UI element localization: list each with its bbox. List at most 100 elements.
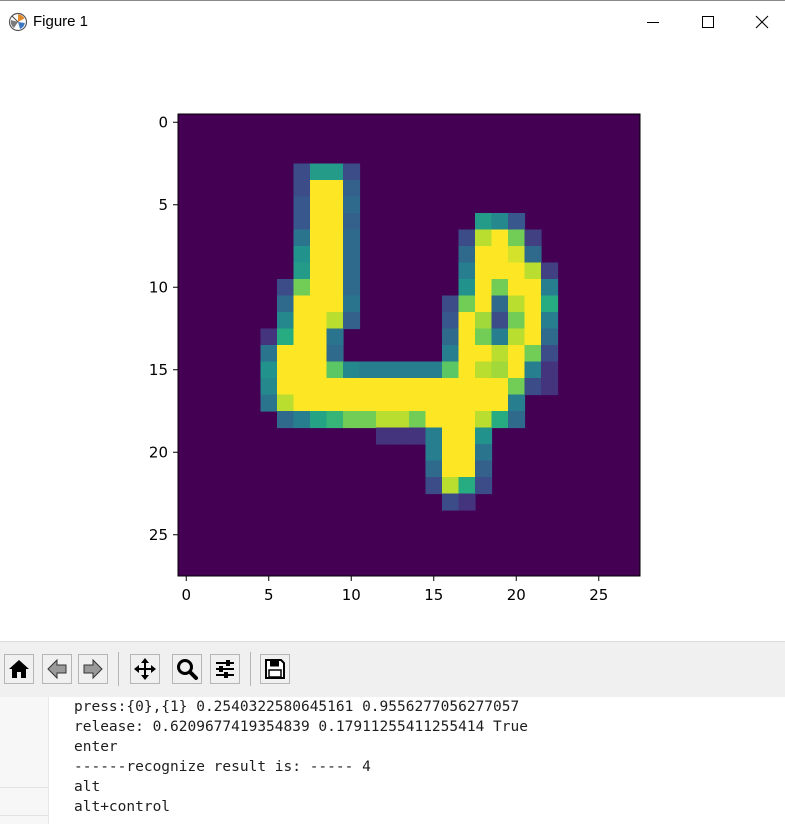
pixel-cell xyxy=(508,246,526,264)
pixel-cell xyxy=(326,411,344,429)
pixel-cell xyxy=(475,279,493,297)
pixel-cell xyxy=(376,361,394,379)
pixel-cell xyxy=(293,411,311,429)
configure-subplots-button[interactable] xyxy=(210,654,240,684)
maximize-icon xyxy=(702,16,714,28)
pixel-cell xyxy=(442,460,460,478)
pixel-cell xyxy=(442,295,460,313)
pixel-cell xyxy=(442,493,460,511)
pixel-cell xyxy=(343,411,361,429)
pixel-cell xyxy=(458,444,476,462)
pixel-cell xyxy=(458,345,476,363)
pixel-cell xyxy=(310,229,328,247)
pixel-cell xyxy=(326,394,344,412)
pixel-cell xyxy=(310,345,328,363)
pixel-cell xyxy=(458,411,476,429)
pixel-cell xyxy=(458,262,476,280)
pixel-cell xyxy=(326,378,344,396)
pixel-cell xyxy=(458,279,476,297)
x-tick-label: 5 xyxy=(264,586,274,604)
pixel-cell xyxy=(326,180,344,198)
pixel-cell xyxy=(442,361,460,379)
pixel-cell xyxy=(293,262,311,280)
x-tick-label: 0 xyxy=(181,586,191,604)
pixel-cell xyxy=(326,246,344,264)
pixel-cell xyxy=(260,361,278,379)
pixel-cell xyxy=(475,444,493,462)
pixel-cell xyxy=(442,394,460,412)
pixel-cell xyxy=(293,180,311,198)
pixel-cell xyxy=(491,312,509,330)
pixel-cell xyxy=(524,328,542,346)
configure-subplots-icon xyxy=(216,660,234,678)
pixel-cell xyxy=(508,279,526,297)
minimize-icon xyxy=(647,22,659,23)
pixel-cell xyxy=(475,394,493,412)
pan-button[interactable] xyxy=(130,654,160,684)
pixel-cell xyxy=(310,394,328,412)
pixel-cell xyxy=(425,378,443,396)
pixel-cell xyxy=(442,328,460,346)
pixel-cell xyxy=(524,345,542,363)
pixel-cell xyxy=(491,345,509,363)
back-button[interactable] xyxy=(42,654,72,684)
zoom-icon xyxy=(177,659,198,680)
pixel-cell xyxy=(491,295,509,313)
pixel-cell xyxy=(524,246,542,264)
pixel-cell xyxy=(475,477,493,495)
pixel-cell xyxy=(425,427,443,445)
forward-button[interactable] xyxy=(78,654,108,684)
close-button[interactable] xyxy=(739,7,785,37)
pixel-cell xyxy=(541,295,559,313)
home-icon xyxy=(9,660,29,678)
pixel-cell xyxy=(310,279,328,297)
pixel-cell xyxy=(293,279,311,297)
y-axis: 0 5 10 15 20 25 xyxy=(149,113,178,544)
pan-icon xyxy=(134,658,156,680)
maximize-button[interactable] xyxy=(685,7,731,37)
pixel-cell xyxy=(293,295,311,313)
pixel-cell xyxy=(293,163,311,181)
pixel-cell xyxy=(491,279,509,297)
pixel-cell xyxy=(458,427,476,445)
pixel-cell xyxy=(442,444,460,462)
pixel-cell xyxy=(310,328,328,346)
pixel-cell xyxy=(376,411,394,429)
pixel-cell xyxy=(491,246,509,264)
pixel-cell xyxy=(310,312,328,330)
pixel-cell xyxy=(425,361,443,379)
pixel-cell xyxy=(260,394,278,412)
save-button[interactable] xyxy=(260,654,290,684)
pixel-cell xyxy=(277,345,295,363)
pixel-cell xyxy=(475,328,493,346)
toolbar-separator xyxy=(250,652,251,686)
pixel-cell xyxy=(508,411,526,429)
pixel-cell xyxy=(475,411,493,429)
minimize-button[interactable] xyxy=(630,7,676,37)
figure-canvas[interactable]: 0 5 10 15 20 25 0 5 10 15 20 25 xyxy=(0,42,785,640)
pixel-cell xyxy=(475,427,493,445)
console-output[interactable]: press:{0},{1} 0.2540322580645161 0.95562… xyxy=(0,697,785,824)
pixel-cell xyxy=(293,229,311,247)
heatmap-plot[interactable]: 0 5 10 15 20 25 0 5 10 15 20 25 xyxy=(0,42,785,640)
pixel-cell xyxy=(260,328,278,346)
pixel-cell xyxy=(475,295,493,313)
pixel-cell xyxy=(508,394,526,412)
pixel-cell xyxy=(458,328,476,346)
pixel-cell xyxy=(343,163,361,181)
pixel-cell xyxy=(293,378,311,396)
pixel-cell xyxy=(541,378,559,396)
pixel-cell xyxy=(458,361,476,379)
pixel-cell xyxy=(310,163,328,181)
pixel-cell xyxy=(277,279,295,297)
home-button[interactable] xyxy=(4,654,34,684)
pixel-cell xyxy=(508,328,526,346)
pixel-cell xyxy=(277,328,295,346)
pixel-cell xyxy=(359,378,377,396)
pixel-cell xyxy=(310,361,328,379)
pixel-cell xyxy=(524,295,542,313)
pixel-cell xyxy=(491,213,509,231)
zoom-button[interactable] xyxy=(172,654,202,684)
pixel-cell xyxy=(458,477,476,495)
pixel-cell xyxy=(343,394,361,412)
